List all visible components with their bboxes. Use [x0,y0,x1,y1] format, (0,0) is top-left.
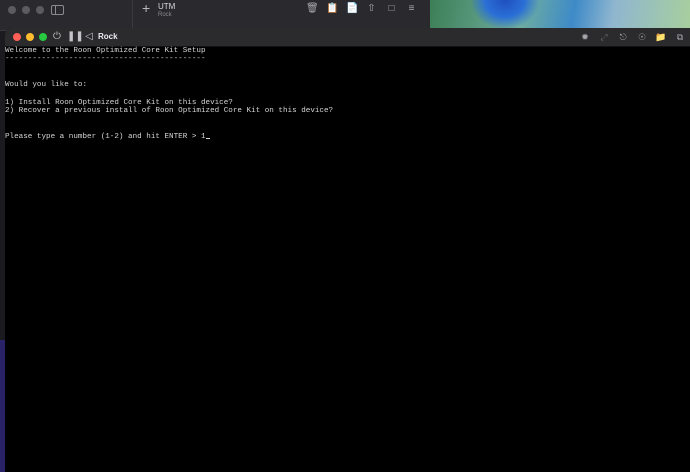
resize-icon[interactable]: ⤢ [598,31,610,43]
desktop-wallpaper [430,0,690,30]
bg-maximize-button[interactable] [36,6,44,14]
console-prompt-line: Please type a number (1-2) and hit ENTER… [5,133,210,142]
sliders-icon[interactable]: ≡ [406,3,417,14]
text-cursor [205,138,210,139]
bg-traffic-lights [8,6,44,14]
console-input-value[interactable]: 1 [201,133,206,141]
usb-icon[interactable]: ⎋ [617,31,629,43]
windows-icon[interactable]: ⧉ [674,31,686,43]
back-icon[interactable]: ◁ [83,31,95,43]
utm-main-window: + UTM Rock 🗑 📋 📄 ⇧ □ ≡ [0,0,430,31]
console-prompt: Please type a number (1-2) and hit ENTER… [5,133,201,141]
trash-icon[interactable]: 🗑 [306,3,319,14]
share-icon[interactable]: ⇧ [366,3,377,14]
vm-window: ⏻ ❚❚ ◁ Rock ✹ ⤢ ⎋ ☉ 📁 ⧉ Welcome to the R… [5,28,690,472]
vm-toolbar: ✹ ⤢ ⎋ ☉ 📁 ⧉ [579,31,686,43]
console-underline: ----------------------------------------… [5,55,206,63]
console-question: Would you like to: [5,81,88,89]
plus-icon[interactable]: + [142,1,150,15]
disc-icon[interactable]: ☉ [636,31,648,43]
bg-close-button[interactable] [8,6,16,14]
sidebar-toggle-icon[interactable] [51,5,64,15]
square-icon[interactable]: □ [386,3,397,14]
clipboard-icon[interactable]: 📋 [326,3,338,14]
display-icon[interactable]: ✹ [579,31,591,43]
minimize-button[interactable] [26,33,34,41]
bg-minimize-button[interactable] [22,6,30,14]
vm-console[interactable]: Welcome to the Roon Optimized Core Kit S… [5,47,690,472]
utm-toolbar: 🗑 📋 📄 ⇧ □ ≡ [306,3,417,14]
traffic-lights [13,33,47,41]
sidebar-divider [132,0,133,30]
folder-icon[interactable]: 📁 [655,31,667,43]
close-button[interactable] [13,33,21,41]
utm-window-title: UTM [158,2,176,11]
document-icon[interactable]: 📄 [346,3,358,14]
vm-title: Rock [98,32,118,41]
vm-titlebar[interactable]: ⏻ ❚❚ ◁ Rock ✹ ⤢ ⎋ ☉ 📁 ⧉ [5,28,690,47]
utm-window-subtitle: Rock [158,12,172,18]
power-icon[interactable]: ⏻ [51,31,63,43]
wallpaper-accent [470,0,540,30]
maximize-button[interactable] [39,33,47,41]
pause-icon[interactable]: ❚❚ [67,31,84,43]
console-option-2: 2) Recover a previous install of Roon Op… [5,107,334,115]
